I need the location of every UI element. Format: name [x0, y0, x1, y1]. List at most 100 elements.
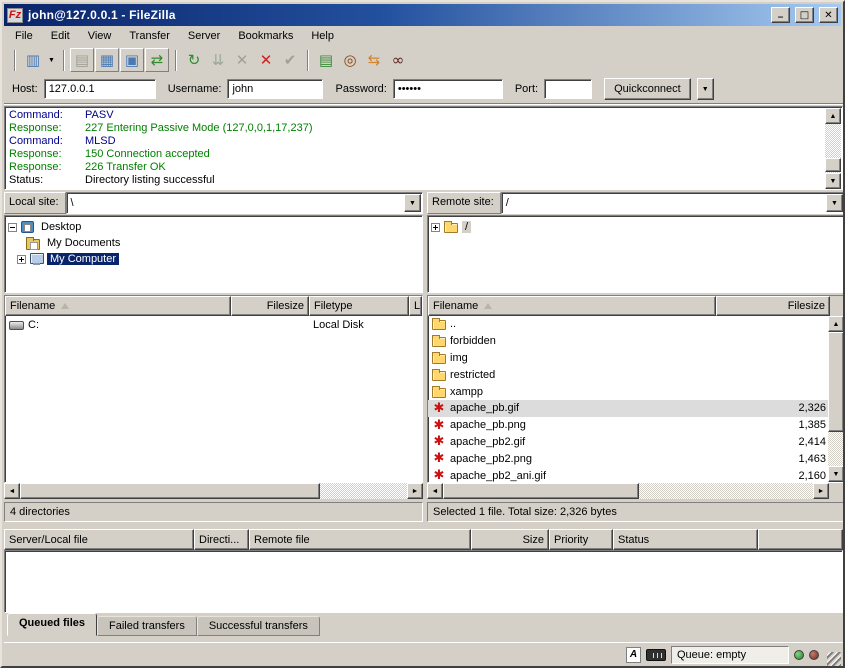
speed-limits-icon[interactable] [646, 649, 666, 661]
scroll-down-button[interactable]: ▼ [828, 466, 844, 482]
folder-icon [432, 371, 446, 381]
scroll-right-button[interactable]: ► [813, 483, 829, 499]
scroll-thumb[interactable] [443, 483, 639, 499]
column-last-modified[interactable]: L [409, 296, 422, 316]
filter-button[interactable]: ▤ [314, 48, 338, 72]
column-filename[interactable]: Filename [428, 296, 716, 316]
queue-size-panel: Queue: empty [671, 646, 789, 664]
local-site-combo[interactable]: \ ▼ [66, 192, 423, 214]
password-input[interactable] [393, 79, 503, 99]
expand-icon[interactable] [17, 255, 26, 264]
scroll-down-button[interactable]: ▼ [825, 173, 841, 189]
toggle-remote-tree-button[interactable]: ▣ [120, 48, 144, 72]
username-label: Username: [168, 83, 222, 95]
remote-site-combo-button[interactable]: ▼ [826, 194, 843, 212]
queue-list[interactable] [4, 550, 843, 613]
log-scrollbar[interactable]: ▲ ▼ [825, 108, 841, 189]
column-priority[interactable]: Priority [549, 529, 613, 550]
chevron-down-icon: ▼ [409, 200, 416, 207]
menu-server[interactable]: Server [179, 27, 229, 45]
menu-help[interactable]: Help [302, 27, 343, 45]
scroll-up-button[interactable]: ▲ [828, 316, 844, 332]
site-manager-button[interactable]: ▥ [21, 48, 45, 72]
collapse-icon[interactable] [8, 223, 17, 232]
column-status[interactable]: Status [613, 529, 758, 550]
scroll-thumb[interactable] [825, 158, 841, 172]
tab-queued-files[interactable]: Queued files [7, 613, 97, 636]
local-tree: Desktop My Documents My Computer [4, 215, 423, 293]
column-filetype[interactable]: Filetype [309, 296, 409, 316]
column-server-local-file[interactable]: Server/Local file [4, 529, 194, 550]
column-filesize[interactable]: Filesize [716, 296, 830, 316]
quickconnect-button[interactable]: Quickconnect [604, 78, 691, 100]
column-size[interactable]: Size [471, 529, 549, 550]
remote-hscrollbar[interactable]: ◄ ► [427, 483, 829, 499]
log-line: Status:Directory listing successful [5, 174, 842, 187]
site-manager-dropdown[interactable]: ▼ [45, 49, 58, 71]
refresh-button[interactable]: ↻ [182, 48, 206, 72]
scroll-thumb[interactable] [828, 332, 844, 432]
scroll-up-button[interactable]: ▲ [825, 108, 841, 124]
file-row[interactable]: ✱apache_pb.png 1,385 [428, 417, 844, 434]
tree-item-desktop[interactable]: Desktop [8, 219, 420, 235]
column-filesize[interactable]: Filesize [231, 296, 309, 316]
tab-successful-transfers[interactable]: Successful transfers [197, 616, 320, 636]
chevron-down-icon: ▼ [48, 57, 55, 64]
scroll-right-button[interactable]: ► [407, 483, 423, 499]
disconnect-button[interactable]: ✕ [254, 48, 278, 72]
minimize-button[interactable]: _ [771, 7, 790, 23]
synchronized-browsing-button[interactable]: ⇆ [362, 48, 386, 72]
menu-transfer[interactable]: Transfer [120, 27, 179, 45]
file-row[interactable]: ✱apache_pb2.png 1,463 [428, 450, 844, 467]
quickconnect-dropdown[interactable]: ▼ [697, 78, 714, 100]
data-type-icon: A [626, 647, 641, 663]
file-row[interactable]: img [428, 350, 844, 367]
resize-grip[interactable] [827, 652, 841, 666]
local-site-combo-button[interactable]: ▼ [404, 194, 421, 212]
username-input[interactable] [227, 79, 323, 99]
column-direction[interactable]: Directi... [194, 529, 249, 550]
file-row-local-disk[interactable]: C: Local Disk [5, 316, 422, 333]
file-row-selected[interactable]: ✱apache_pb.gif 2,326 [428, 400, 844, 417]
scroll-left-button[interactable]: ◄ [4, 483, 20, 499]
find-files-button[interactable]: ∞ [386, 48, 410, 72]
file-row[interactable]: .. [428, 316, 844, 333]
arrow-up-icon: ▲ [833, 321, 840, 328]
local-hscrollbar[interactable]: ◄ ► [4, 483, 423, 499]
tree-item-my-computer[interactable]: My Computer [8, 251, 420, 267]
file-row[interactable]: forbidden [428, 333, 844, 350]
abort-button[interactable]: ✔ [278, 48, 302, 72]
file-row[interactable]: xampp [428, 383, 844, 400]
menu-bookmarks[interactable]: Bookmarks [229, 27, 302, 45]
tree-item-my-documents[interactable]: My Documents [8, 235, 420, 251]
folder-icon [432, 320, 446, 330]
local-site-label: Local site: [4, 192, 66, 214]
remote-site-combo[interactable]: / ▼ [501, 192, 845, 214]
menu-edit[interactable]: Edit [42, 27, 79, 45]
host-input[interactable] [44, 79, 156, 99]
file-row[interactable]: ✱apache_pb2.gif 2,414 [428, 434, 844, 451]
cancel-operation-button[interactable]: ✕ [230, 48, 254, 72]
file-row[interactable]: restricted [428, 366, 844, 383]
menu-view[interactable]: View [79, 27, 121, 45]
close-button[interactable]: ✕ [819, 7, 838, 23]
toggle-message-log-button[interactable]: ▤ [70, 48, 94, 72]
port-input[interactable] [544, 79, 592, 99]
column-filename[interactable]: Filename [5, 296, 231, 316]
file-row[interactable]: ✱apache_pb2_ani.gif 2,160 [428, 467, 844, 484]
remote-vscrollbar[interactable]: ▲ ▼ [828, 316, 844, 482]
compare-directories-button[interactable]: ◎ [338, 48, 362, 72]
titlebar[interactable]: Fz john@127.0.0.1 - FileZilla _ □ ✕ [4, 4, 841, 26]
maximize-button[interactable]: □ [795, 7, 814, 23]
scroll-thumb[interactable] [20, 483, 320, 499]
menu-file[interactable]: File [6, 27, 42, 45]
process-queue-button[interactable]: ⇊ [206, 48, 230, 72]
scroll-left-button[interactable]: ◄ [427, 483, 443, 499]
toggle-queue-view-button[interactable]: ⇄ [145, 48, 169, 72]
column-remote-file[interactable]: Remote file [249, 529, 471, 550]
toggle-local-tree-button[interactable]: ▦ [95, 48, 119, 72]
tree-item-root[interactable]: / [431, 219, 842, 235]
close-icon: ✕ [824, 10, 832, 21]
tab-failed-transfers[interactable]: Failed transfers [97, 616, 197, 636]
expand-icon[interactable] [431, 223, 440, 232]
